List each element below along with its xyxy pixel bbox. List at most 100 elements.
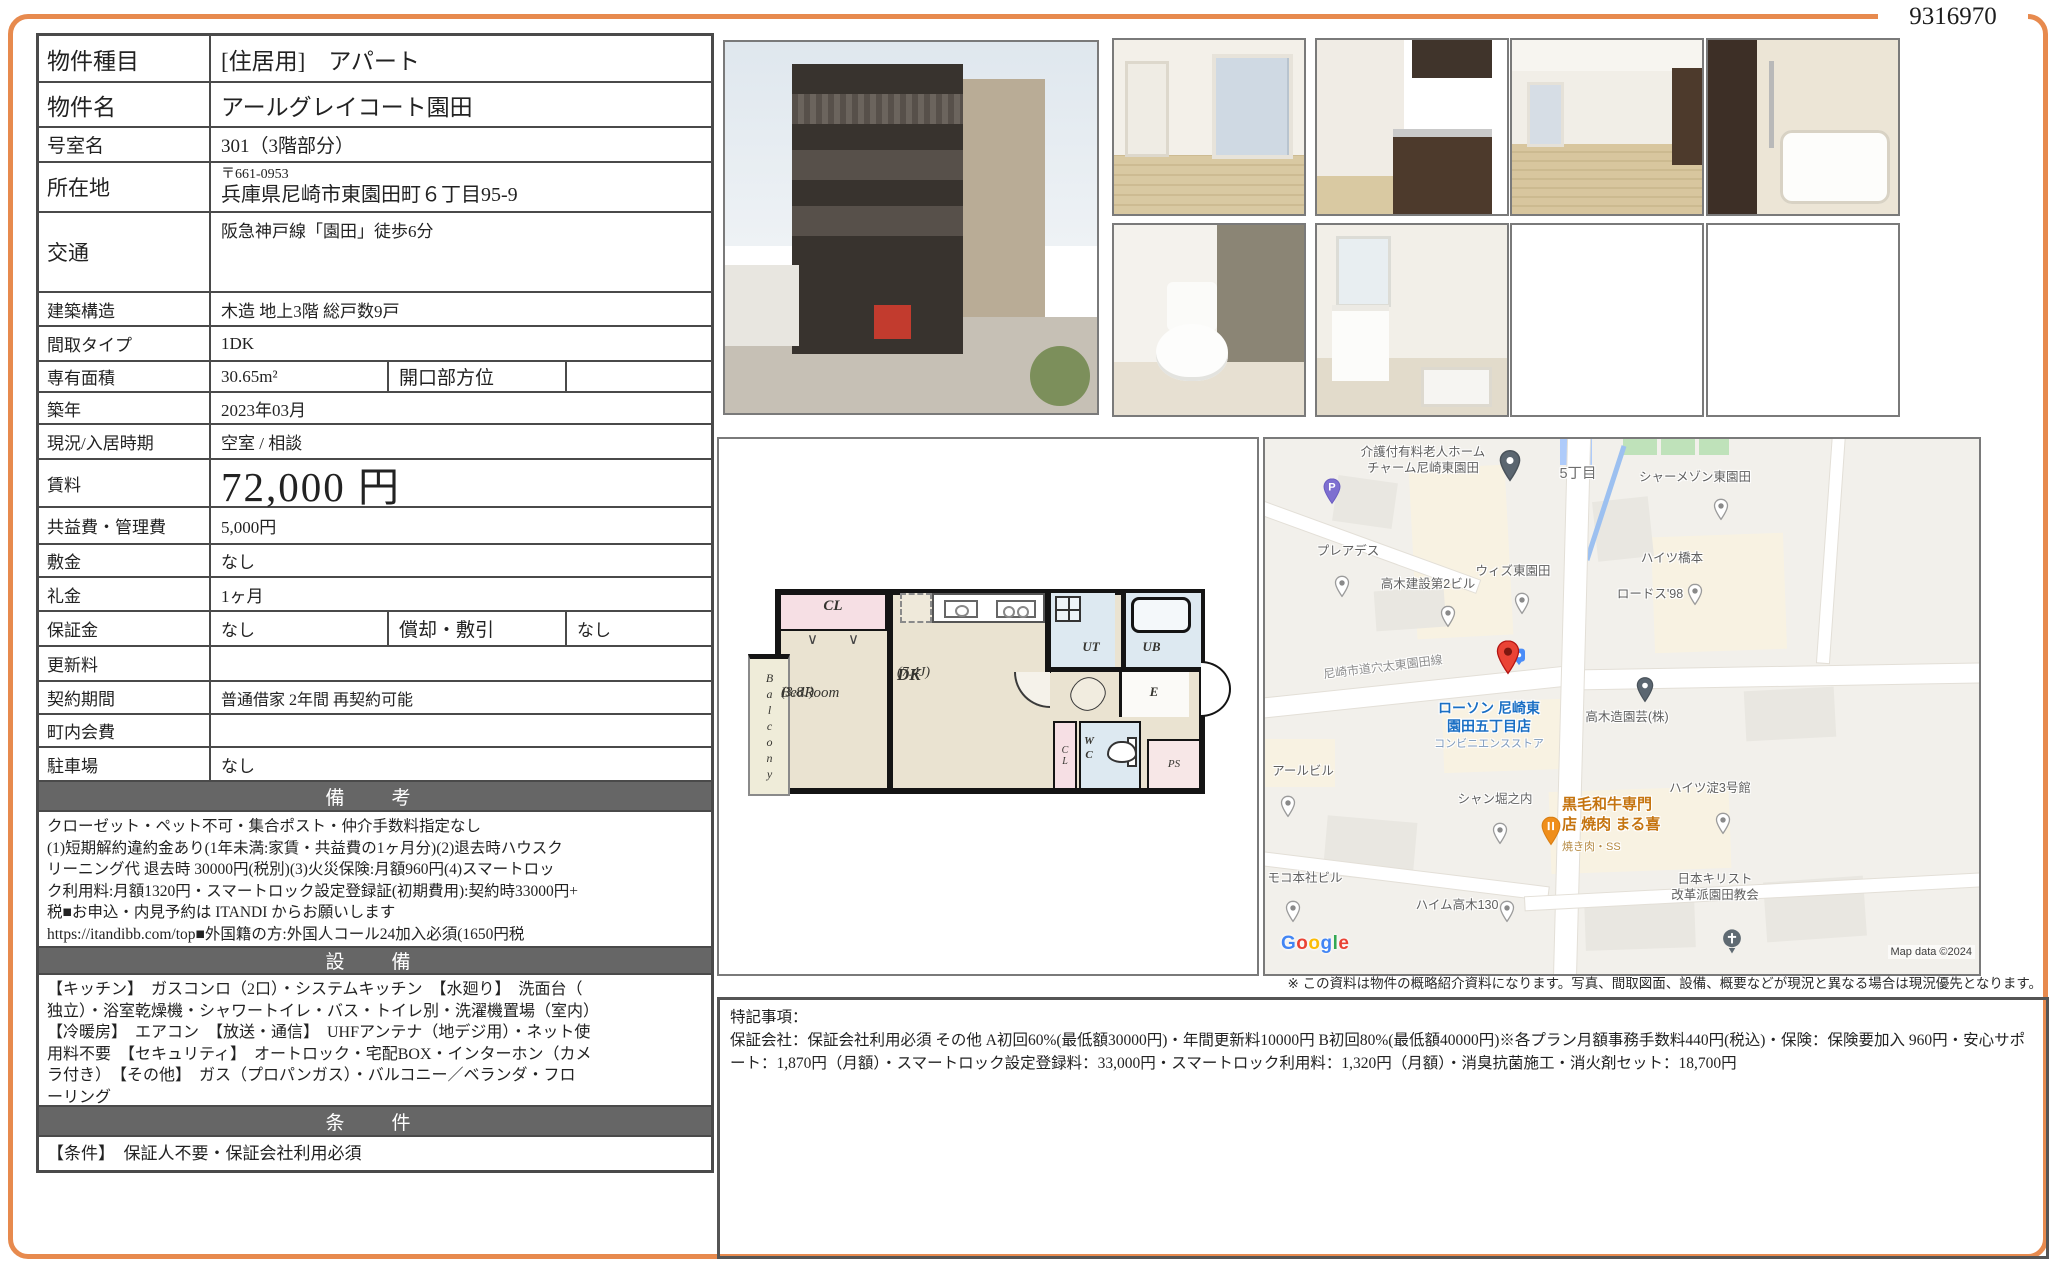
table-row-layout-type: 間取タイプ 1DK (39, 325, 711, 360)
row-value: 301（3階部分） (211, 128, 711, 161)
row-value: 2023年03月 (211, 393, 711, 423)
map-pin-red (1495, 639, 1521, 675)
photo-window (1212, 54, 1292, 159)
row-label: 物件種目 (39, 36, 211, 81)
map-label: コンビニエンスストア (1434, 737, 1544, 751)
row-value: 30.65m² (211, 362, 387, 391)
row-label: 礼金 (39, 578, 211, 610)
document-id: 9316970 (1878, 0, 2028, 34)
map-green-area (1699, 439, 1729, 455)
photo-washer-pan (1421, 367, 1492, 407)
map-label: ハイム高木130 (1416, 897, 1499, 913)
photo-bathtub (1780, 130, 1890, 203)
map-label: ローソン 尼崎東 園田五丁目店 (1438, 699, 1540, 735)
section-header-conditions: 条 件 (39, 1105, 711, 1135)
google-logo-letter: o (1296, 933, 1308, 954)
svg-text:P: P (1328, 482, 1335, 494)
row-subvalue: なし (567, 612, 727, 645)
wc-label: WC (1081, 735, 1097, 766)
map-label: プレアデス (1317, 543, 1380, 559)
map-label: 高木建設第2ビル (1381, 576, 1475, 592)
row-value: 阪急神戸線「園田」徒歩6分 (211, 213, 711, 291)
map-pin-dot (1440, 605, 1456, 627)
table-row-common-fee: 共益費・管理費 5,000円 (39, 506, 711, 543)
floor-plan: Balcony CL ∨ ∨ BedRoom (3.8J) DK (7.4J) … (717, 437, 1259, 976)
kitchen-sink-icon (944, 600, 978, 618)
unit-bath-label: UB (1129, 639, 1174, 655)
photo-window (1527, 82, 1563, 147)
photo-floor (1114, 155, 1304, 214)
photo-neighbor-building (963, 79, 1045, 316)
table-row-key-money: 礼金 1ヶ月 (39, 576, 711, 610)
map-pin-church (1722, 929, 1742, 955)
table-row-address: 所在地 〒661-0953 兵庫県尼崎市東園田町６丁目95-9 (39, 161, 711, 211)
table-row-built: 築年 2023年03月 (39, 391, 711, 423)
map-building (1744, 687, 1836, 742)
row-label: 敷金 (39, 545, 211, 576)
pipe-space-label: PS (1168, 758, 1180, 772)
bathtub-icon (1131, 597, 1191, 633)
map-label: 日本キリスト 改革派園田教会 (1671, 871, 1759, 904)
row-label: 契約期間 (39, 682, 211, 713)
row-label: 物件名 (39, 83, 211, 126)
map: P 介護付有料老人ホーム チャーム尼崎東園田 5丁目 シャーメゾン東園田プレアデス高木… (1263, 437, 1981, 976)
google-logo-letter: G (1281, 933, 1296, 954)
row-value: 普通借家 2年間 再契約可能 (211, 682, 711, 713)
row-value: 5,000円 (211, 508, 711, 543)
entrance-label: E (1139, 684, 1169, 700)
row-label: 保証金 (39, 612, 211, 645)
photo-cabinets (1393, 134, 1492, 214)
map-label: 介護付有料老人ホーム チャーム尼崎東園田 (1361, 444, 1486, 477)
map-pin-dot (1334, 575, 1350, 597)
photo-mirror (1336, 236, 1391, 307)
row-label: 駐車場 (39, 748, 211, 780)
row-value: なし (211, 545, 711, 576)
row-label: 専有面積 (39, 362, 211, 391)
toilet-icon-bowl (1107, 741, 1137, 763)
closet-label: CL (779, 597, 887, 616)
floor-plan-closet-2: CL (1053, 721, 1077, 790)
row-label: 交通 (39, 213, 211, 291)
map-label: 5丁目 (1559, 465, 1596, 484)
photo-kitchen-column (1672, 68, 1702, 165)
row-value: アールグレイコート園田 (211, 83, 711, 126)
conditions-text: 【条件】 保証人不要・保証会社利用必須 (39, 1135, 711, 1170)
row-label: 共益費・管理費 (39, 508, 211, 543)
bedroom-size: (3.8J) (781, 684, 814, 702)
photo-washroom (1315, 223, 1509, 417)
photo-floor (1317, 176, 1404, 214)
table-row-transport: 交通 阪急神戸線「園田」徒歩6分 (39, 211, 711, 291)
special-notes: 特記事項： 保証会社：保証会社利用必須 その他 A初回60%(最低額30000円… (717, 997, 2049, 1259)
table-row-town-fee: 町内会費 (39, 713, 711, 746)
google-logo-letter: o (1308, 933, 1320, 954)
refrigerator-space (900, 593, 932, 623)
photo-bathroom (1706, 38, 1900, 216)
map-green-area (1661, 439, 1695, 455)
row-value: なし (211, 612, 387, 645)
photo-empty-slot (1510, 223, 1704, 417)
disclaimer-text: ※ この資料は物件の概略紹介資料になります。写真、間取図面、設備、概要などが現況… (642, 972, 2042, 992)
google-logo: Google (1281, 933, 1349, 955)
photo-fence (725, 265, 799, 347)
map-pin-dot (1280, 795, 1296, 817)
map-label: 高木造園芸(株) (1585, 709, 1668, 725)
row-value: [住居用] アパート (211, 36, 711, 81)
remarks-text: クローゼット・ペット不可・集合ポスト・仲介手数料指定なし (1)短期解約違約金あ… (39, 810, 711, 946)
map-pin-dark (1636, 677, 1655, 703)
map-label: シャン堀之内 (1457, 791, 1532, 807)
table-row-property-name: 物件名 アールグレイコート園田 (39, 81, 711, 126)
row-label: 間取タイプ (39, 327, 211, 360)
map-pin-orange (1540, 816, 1562, 846)
map-pin-dot (1285, 900, 1301, 922)
postal-code: 〒661-0953 (221, 167, 289, 183)
row-subvalue (567, 362, 727, 391)
photo-counter (1393, 129, 1492, 138)
map-label: ウィズ東園田 (1475, 563, 1550, 579)
row-label: 号室名 (39, 128, 211, 161)
map-label: シャーメゾン東園田 (1639, 469, 1751, 485)
row-sublabel: 開口部方位 (387, 362, 567, 391)
table-row-guarantee-deposit: 保証金 なし 償却・敷引 なし (39, 610, 711, 645)
table-row-deposit: 敷金 なし (39, 543, 711, 576)
map-pin-dot (1514, 592, 1530, 614)
row-value: 1ヶ月 (211, 578, 711, 610)
